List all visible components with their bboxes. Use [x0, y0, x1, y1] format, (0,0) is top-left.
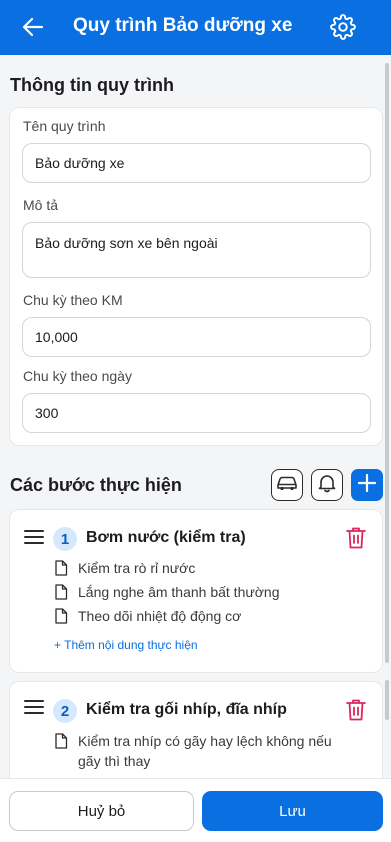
list-item[interactable]: Kiểm tra rò rỉ nước: [54, 558, 344, 578]
gear-icon[interactable]: [329, 13, 357, 41]
list-item-text: Theo dõi nhiệt độ động cơ: [78, 608, 242, 624]
app-bar: Quy trình Bảo dưỡng xe: [0, 0, 391, 55]
days-cycle-label: Chu kỳ theo ngày: [23, 368, 132, 384]
document-icon: [55, 560, 68, 576]
add-step-button[interactable]: [351, 469, 383, 501]
scrollbar-segment[interactable]: [385, 680, 389, 720]
bell-icon: [318, 473, 336, 498]
document-icon: [55, 608, 68, 624]
car-button[interactable]: [271, 469, 303, 501]
description-field[interactable]: Bảo dưỡng sơn xe bên ngoài: [22, 222, 371, 278]
list-item-text: Lắng nghe âm thanh bất thường: [78, 584, 280, 600]
list-item[interactable]: Theo dõi nhiệt độ động cơ: [54, 606, 344, 626]
save-button[interactable]: Lưu: [202, 791, 383, 831]
days-cycle-field[interactable]: 300: [22, 393, 371, 433]
name-field[interactable]: Bảo dưỡng xe: [22, 143, 371, 183]
step-number-badge: 2: [53, 699, 77, 723]
drag-handle-icon[interactable]: [24, 699, 44, 715]
plus-icon: [357, 473, 377, 497]
info-section-title: Thông tin quy trình: [10, 75, 174, 95]
list-item[interactable]: Lắng nghe âm thanh bất thường: [54, 582, 344, 602]
step-card-1: 1 Bơm nước (kiểm tra) Kiểm tra rò rỉ nướ…: [9, 509, 383, 673]
list-item-text: Kiểm tra nhíp có gãy hay lệch không nếu …: [78, 733, 332, 769]
page-title: Quy trình Bảo dưỡng xe: [73, 15, 293, 36]
scrollbar[interactable]: [385, 63, 389, 663]
km-cycle-field[interactable]: 10,000: [22, 317, 371, 357]
list-item[interactable]: Kiểm tra nhíp có gãy hay lệch không nếu …: [54, 731, 344, 771]
trash-icon[interactable]: [345, 698, 367, 722]
car-icon: [275, 475, 299, 496]
add-content-link[interactable]: + Thêm nội dung thực hiện: [54, 638, 198, 652]
notification-button[interactable]: [311, 469, 343, 501]
steps-section-title: Các bước thực hiện: [10, 475, 182, 495]
description-label: Mô tả: [23, 197, 59, 213]
list-item-text: Kiểm tra rò rỉ nước: [78, 560, 196, 576]
trash-icon[interactable]: [345, 526, 367, 550]
step-number-badge: 1: [53, 527, 77, 551]
km-cycle-label: Chu kỳ theo KM: [23, 292, 123, 308]
step-title[interactable]: Bơm nước (kiểm tra): [86, 529, 246, 547]
document-icon: [55, 584, 68, 600]
cancel-button[interactable]: Huỷ bỏ: [9, 791, 194, 831]
document-icon: [55, 733, 68, 749]
arrow-left-icon[interactable]: [20, 14, 46, 40]
name-label: Tên quy trình: [23, 118, 106, 134]
drag-handle-icon[interactable]: [24, 529, 44, 545]
step-title[interactable]: Kiểm tra gối nhíp, đĩa nhíp: [86, 701, 287, 719]
